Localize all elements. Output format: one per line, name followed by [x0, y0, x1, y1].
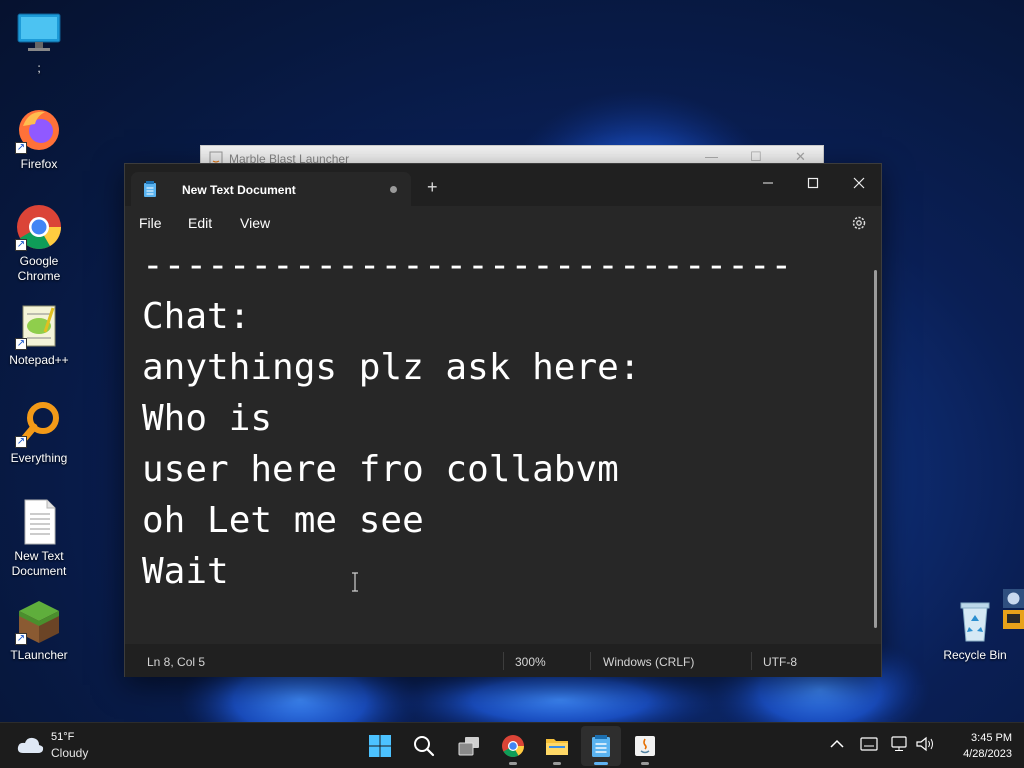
maximize-button[interactable]: [790, 170, 836, 200]
desktop-icon-computer[interactable]: ;: [1, 10, 77, 76]
running-indicator: [509, 762, 517, 765]
tab-document[interactable]: New Text Document: [131, 172, 411, 206]
desktop-icon-firefox[interactable]: ↗ Firefox: [1, 106, 77, 172]
close-icon: [853, 177, 865, 189]
desktop-icon-chrome[interactable]: ↗ Google Chrome: [1, 203, 77, 284]
notepad-window[interactable]: New Text Document + File Edit View -----…: [124, 163, 882, 677]
desktop-icon-everything[interactable]: ↗ Everything: [1, 400, 77, 466]
monitor-icon: [15, 10, 63, 58]
desktop-icon-new-text-document[interactable]: New Text Document: [1, 498, 77, 579]
editor-line: anythings plz ask here:: [142, 347, 641, 388]
settings-gear-icon[interactable]: [850, 214, 868, 232]
task-view-icon: [458, 737, 479, 756]
desktop-icon-label: ;: [37, 61, 41, 75]
taskbar-file-explorer[interactable]: [537, 726, 577, 766]
desktop-icon-label: Notepad++: [9, 353, 69, 367]
line-ending: Windows (CRLF): [603, 655, 695, 669]
minimize-icon[interactable]: —: [705, 149, 718, 164]
status-bar: Ln 8, Col 5 300% Windows (CRLF) UTF-8: [125, 644, 881, 677]
text-cursor-icon: [352, 572, 358, 592]
encoding: UTF-8: [763, 655, 797, 669]
active-indicator: [594, 762, 608, 765]
menu-view[interactable]: View: [240, 215, 270, 231]
chrome-icon: ↗: [15, 203, 63, 251]
zoom-level: 300%: [515, 655, 546, 669]
minimize-icon: [763, 182, 773, 184]
chrome-icon: [502, 735, 524, 757]
weather-widget[interactable]: 51°F Cloudy: [14, 729, 124, 763]
menu-file[interactable]: File: [139, 215, 162, 231]
side-widget[interactable]: [1003, 589, 1024, 629]
weather-temp: 51°F: [51, 731, 75, 743]
menu-edit[interactable]: Edit: [188, 215, 212, 231]
text-file-icon: [15, 498, 63, 546]
desktop-icon-tlauncher[interactable]: ↗ TLauncher: [1, 597, 77, 663]
editor-line: ------------------------------: [142, 245, 793, 286]
firefox-icon: ↗: [15, 106, 63, 154]
notepad-icon: [144, 181, 156, 197]
editor-line: user here fro collabvm: [142, 449, 619, 490]
desktop-icon-recycle-bin[interactable]: Recycle Bin: [937, 597, 1013, 663]
volume-icon[interactable]: [915, 736, 935, 752]
start-icon: [369, 735, 391, 757]
desktop-icon-label: Google Chrome: [17, 254, 61, 283]
tab-bar: New Text Document +: [125, 164, 881, 206]
close-button[interactable]: [836, 170, 882, 200]
clock-date: 4/28/2023: [963, 748, 1012, 760]
java-icon: [635, 736, 655, 756]
clock[interactable]: 3:45 PM 4/28/2023: [944, 730, 1012, 762]
search-icon: [414, 736, 435, 757]
search-button[interactable]: [404, 726, 444, 766]
desktop-icon-label: TLauncher: [10, 648, 68, 662]
desktop-icon-label: New Text Document: [11, 549, 67, 578]
new-tab-button[interactable]: +: [427, 178, 438, 196]
cursor-position: Ln 8, Col 5: [147, 655, 206, 669]
editor-line: Who is: [142, 398, 273, 439]
maximize-icon: [807, 177, 819, 189]
taskbar-java[interactable]: [625, 726, 665, 766]
recycle-bin-icon: [951, 597, 999, 645]
editor-line: Chat:: [142, 296, 251, 337]
running-indicator: [553, 762, 561, 765]
running-indicator: [641, 762, 649, 765]
tab-title: New Text Document: [182, 183, 296, 197]
unsaved-dot-icon[interactable]: [390, 186, 397, 193]
desktop-icon-label: Recycle Bin: [943, 648, 1007, 662]
taskbar: 51°F Cloudy 3:45 PM 4/28/2023: [0, 722, 1024, 768]
minimize-button[interactable]: [745, 170, 791, 200]
editor-line: Wait: [142, 551, 229, 592]
text-editor[interactable]: ------------------------------ Chat: anyth…: [125, 240, 877, 644]
notepad-plus-plus-icon: ↗: [15, 302, 63, 350]
editor-line: oh Let me see: [142, 500, 424, 541]
desktop-icon-label: Everything: [10, 451, 68, 465]
magnifier-icon: ↗: [15, 400, 63, 448]
start-button[interactable]: [360, 726, 400, 766]
taskbar-chrome[interactable]: [493, 726, 533, 766]
chevron-up-icon[interactable]: [830, 739, 844, 749]
weather-condition: Cloudy: [51, 746, 89, 760]
notepad-icon: [592, 735, 610, 757]
keyboard-icon[interactable]: [860, 737, 878, 751]
file-explorer-icon: [546, 739, 568, 755]
menu-bar: File Edit View: [125, 206, 881, 240]
desktop-icon-label: Firefox: [20, 157, 58, 171]
editor-content[interactable]: ------------------------------ Chat: anyth…: [142, 240, 792, 597]
task-view-button[interactable]: [449, 726, 489, 766]
network-icon[interactable]: [890, 736, 908, 752]
vertical-scrollbar[interactable]: [874, 270, 877, 628]
desktop-icon-notepad-plus-plus[interactable]: ↗ Notepad++: [1, 302, 77, 368]
clock-time: 3:45 PM: [971, 732, 1012, 744]
grass-block-icon: ↗: [15, 597, 63, 645]
taskbar-notepad[interactable]: [581, 726, 621, 766]
cloud-icon: [17, 737, 44, 753]
